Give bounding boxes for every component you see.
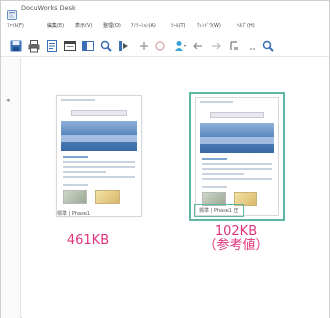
page-preview <box>57 96 141 216</box>
panel-toggle-icon[interactable]: ◂ <box>6 96 10 104</box>
page-title-box <box>71 110 127 116</box>
menu-tools[interactable]: ﾂｰﾙ(T) <box>171 22 185 29</box>
page-section-divider <box>63 184 89 186</box>
page-icon[interactable] <box>45 39 59 53</box>
app-window: DocuWorks Desk ﾌｧｲﾙ(F) 編集(E) 表示(V) 整理(O)… <box>0 0 330 318</box>
menu-view[interactable]: 表示(V) <box>75 22 92 29</box>
file-size-note-compressed: 102KB （参考値） <box>191 225 281 253</box>
page-text-lines <box>63 156 135 181</box>
page-text-lines <box>202 158 272 183</box>
menu-file[interactable]: ﾌｧｲﾙ(F) <box>7 22 24 29</box>
menu-window[interactable]: ｳｨﾝﾄﾞｳ(W) <box>197 22 221 29</box>
page-title-box <box>210 112 264 118</box>
page-view-icon[interactable] <box>63 39 77 53</box>
menu-bar: ﾌｧｲﾙ(F) 編集(E) 表示(V) 整理(O) ｱﾉﾃｰｼｮﾝ(A) ﾂｰﾙ… <box>1 20 329 33</box>
print-icon[interactable] <box>27 39 41 53</box>
page-thumbnail-original[interactable] <box>56 95 142 217</box>
reference-value-note: （参考値） <box>203 238 269 253</box>
app-logo-icon <box>7 5 17 20</box>
menu-edit[interactable]: 編集(E) <box>47 22 64 29</box>
file-size-note-original: 461KB <box>43 234 133 248</box>
user-icon[interactable] <box>173 39 187 53</box>
thumbnail-label-compressed[interactable]: 標準 | Phase1 圧 <box>194 204 244 217</box>
insert-icon[interactable] <box>117 39 131 53</box>
page-header-lines <box>200 101 274 105</box>
page-header-lines <box>61 99 137 103</box>
add-icon[interactable] <box>137 39 151 53</box>
search-icon[interactable] <box>261 39 275 53</box>
window-title: DocuWorks Desk <box>21 4 76 12</box>
page-banner-image <box>61 121 137 151</box>
menu-organize[interactable]: 整理(O) <box>103 22 121 29</box>
back-icon[interactable] <box>191 39 205 53</box>
page-section-divider <box>202 186 227 188</box>
thumbnail-label-original[interactable]: 標準 | Phase1 <box>57 210 90 217</box>
page-thumbnail-compressed[interactable] <box>189 92 285 221</box>
page-photos <box>63 190 135 206</box>
file-size-value: 102KB <box>214 224 258 239</box>
title-bar: DocuWorks Desk <box>1 1 329 20</box>
annotation-icon[interactable] <box>227 39 241 53</box>
more-icon[interactable] <box>247 39 261 53</box>
page-preview <box>195 97 279 216</box>
layout-icon[interactable] <box>81 39 95 53</box>
forward-icon[interactable] <box>209 39 223 53</box>
menu-annotate[interactable]: ｱﾉﾃｰｼｮﾝ(A) <box>131 22 156 29</box>
page-banner-image <box>200 123 274 153</box>
zoom-icon[interactable] <box>99 39 113 53</box>
side-panel-rail: ◂ <box>1 58 21 318</box>
undo-icon[interactable] <box>153 39 167 53</box>
file-size-value: 461KB <box>66 233 110 248</box>
toolbar <box>1 35 329 57</box>
save-icon[interactable] <box>9 39 23 53</box>
menu-help[interactable]: ﾍﾙﾌﾟ(H) <box>237 22 255 29</box>
thumbnail-view <box>22 58 329 318</box>
